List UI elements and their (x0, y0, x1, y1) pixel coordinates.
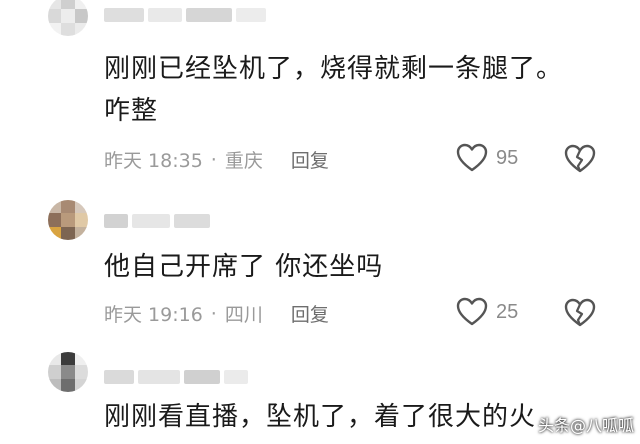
comment-location: 四川 (224, 304, 263, 326)
avatar[interactable] (48, 352, 88, 392)
comment-text-line: 刚刚已经坠机了，烧得就剩一条腿了。 (104, 54, 564, 84)
like-count: 25 (496, 300, 519, 323)
comment-text: 刚刚已经坠机了，烧得就剩一条腿了。 咋整 (104, 48, 563, 132)
separator-dot: · (210, 148, 217, 171)
watermark: 头条@八呱呱 (537, 416, 634, 435)
like-button[interactable]: 95 (456, 143, 518, 173)
avatar[interactable] (48, 200, 88, 240)
reply-button[interactable]: 回复 (291, 146, 329, 173)
reply-button[interactable]: 回复 (291, 300, 329, 327)
comment-time: 昨天 19:16 (104, 304, 203, 326)
heart-outline-icon (456, 143, 488, 172)
comment-text-line: 他自己开席了 你还坐吗 (104, 252, 384, 282)
comment-time: 昨天 18:35 (104, 150, 203, 172)
comment-text-line: 咋整 (104, 96, 159, 126)
separator-dot: · (210, 302, 217, 325)
like-button[interactable]: 25 (456, 297, 518, 327)
username-redacted[interactable] (104, 6, 266, 24)
dislike-button[interactable] (564, 144, 596, 174)
heart-outline-icon (456, 297, 488, 326)
like-count: 95 (496, 146, 519, 169)
comment-meta: 昨天 18:35 · 重庆 回复 (104, 146, 329, 173)
broken-heart-icon (564, 298, 596, 327)
username-redacted[interactable] (104, 212, 210, 230)
dislike-button[interactable] (564, 298, 596, 328)
comment-text-line: 刚刚看直播，坠机了，着了很大的火 (104, 402, 537, 432)
comment-location: 重庆 (224, 150, 263, 172)
broken-heart-icon (564, 144, 596, 173)
comment-text: 刚刚看直播，坠机了，着了很大的火 (104, 396, 536, 438)
comment-text: 他自己开席了 你还坐吗 (104, 246, 383, 288)
username-redacted[interactable] (104, 368, 248, 386)
comment-meta: 昨天 19:16 · 四川 回复 (104, 300, 329, 327)
avatar[interactable] (48, 0, 88, 36)
